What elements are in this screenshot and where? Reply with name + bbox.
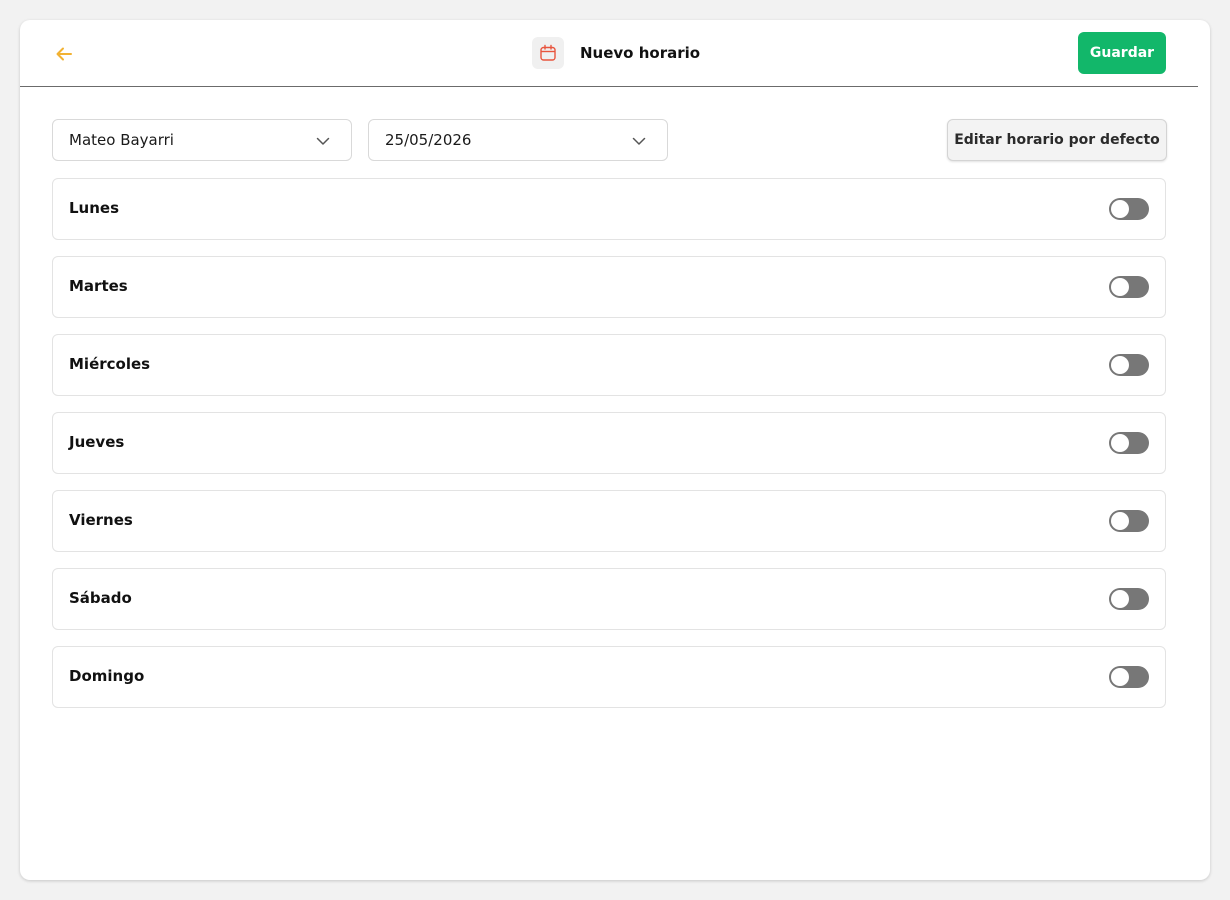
employee-select-value: Mateo Bayarri [69,131,174,149]
toggle-knob [1111,434,1129,452]
day-label: Jueves [69,433,125,451]
chevron-down-icon [632,137,646,145]
day-label: Viernes [69,511,133,529]
date-select[interactable]: 25/05/2026 [368,119,668,161]
day-row-thursday: Jueves [52,412,1166,474]
day-label: Domingo [69,667,145,685]
toggle-knob [1111,278,1129,296]
day-toggle-tuesday[interactable] [1109,276,1149,298]
day-label: Miércoles [69,355,151,373]
arrow-left-icon [56,47,72,61]
toggle-knob [1111,668,1129,686]
day-toggle-monday[interactable] [1109,198,1149,220]
calendar-icon-badge [532,37,564,69]
employee-select[interactable]: Mateo Bayarri [52,119,352,161]
day-toggle-saturday[interactable] [1109,588,1149,610]
page-title: Nuevo horario [580,44,701,62]
date-select-value: 25/05/2026 [385,131,472,149]
toggle-knob [1111,590,1129,608]
page-header: Nuevo horario Guardar [20,20,1198,87]
day-toggle-sunday[interactable] [1109,666,1149,688]
calendar-icon [540,44,556,61]
day-toggle-wednesday[interactable] [1109,354,1149,376]
day-row-friday: Viernes [52,490,1166,552]
toggle-knob [1111,200,1129,218]
toggle-knob [1111,512,1129,530]
page-title-group: Nuevo horario [532,37,700,69]
back-button[interactable] [52,42,76,66]
day-row-sunday: Domingo [52,646,1166,708]
chevron-down-icon [316,137,330,145]
day-row-saturday: Sábado [52,568,1166,630]
day-row-tuesday: Martes [52,256,1166,318]
toggle-knob [1111,356,1129,374]
day-label: Martes [69,277,128,295]
day-toggle-thursday[interactable] [1109,432,1149,454]
save-button[interactable]: Guardar [1078,32,1166,74]
day-toggle-friday[interactable] [1109,510,1149,532]
day-row-monday: Lunes [52,178,1166,240]
day-label: Sábado [69,589,132,607]
schedule-card: Nuevo horario Guardar Mateo Bayarri 25/0… [20,20,1210,880]
day-row-wednesday: Miércoles [52,334,1166,396]
day-label: Lunes [69,199,120,217]
edit-default-schedule-button[interactable]: Editar horario por defecto [947,119,1167,161]
